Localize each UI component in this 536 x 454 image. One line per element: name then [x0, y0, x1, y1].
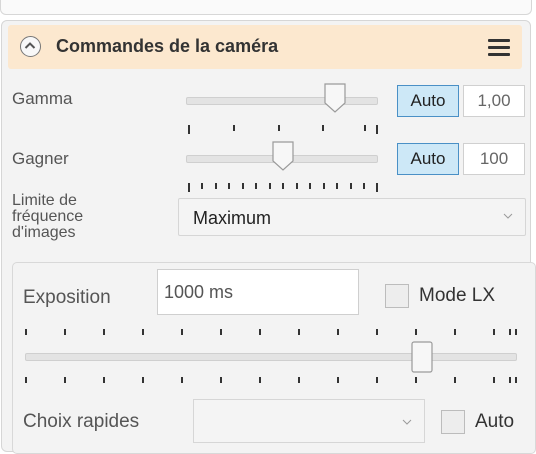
exposure-ticks-top	[25, 329, 519, 337]
exposure-slider[interactable]	[25, 353, 517, 361]
exposure-input[interactable]: 1000 ms	[157, 269, 359, 315]
quick-choices-auto-label: Auto	[475, 411, 515, 432]
exposure-ticks-bottom	[25, 377, 519, 385]
mode-lx-label: Mode LX	[419, 285, 496, 306]
frame-rate-label: Limite de fréquence d'images	[12, 193, 84, 241]
hamburger-menu-icon[interactable]	[488, 39, 510, 56]
gain-slider-thumb[interactable]	[272, 141, 294, 171]
exposure-group: Exposition 1000 ms Mode LX Choix rapides…	[12, 262, 536, 454]
collapse-button[interactable]	[20, 36, 41, 57]
gamma-slider[interactable]	[186, 97, 378, 105]
chevron-down-icon	[503, 213, 513, 219]
gamma-label: Gamma	[12, 89, 73, 108]
frame-rate-selected: Maximum	[193, 208, 272, 228]
gain-auto-button[interactable]: Auto	[397, 143, 459, 175]
chevron-up-icon	[24, 42, 36, 49]
gain-label: Gagner	[12, 149, 69, 168]
mode-lx-checkbox[interactable]	[385, 284, 409, 308]
exposure-label: Exposition	[23, 287, 111, 308]
quick-choices-auto-checkbox[interactable]	[441, 410, 465, 434]
quick-choices-label: Choix rapides	[23, 411, 140, 432]
previous-panel-edge	[0, 0, 532, 15]
gain-ticks	[188, 183, 380, 192]
gamma-slider-thumb[interactable]	[324, 83, 346, 113]
quick-choices-select[interactable]	[193, 399, 425, 443]
gain-value-field[interactable]: 100	[463, 143, 525, 175]
exposure-slider-thumb[interactable]	[411, 341, 433, 373]
panel-title: Commandes de la caméra	[56, 36, 279, 56]
chevron-down-icon	[402, 419, 412, 425]
gamma-auto-button[interactable]: Auto	[397, 85, 459, 117]
gamma-value-field[interactable]: 1,00	[463, 85, 525, 117]
frame-rate-select[interactable]: Maximum	[178, 198, 526, 236]
panel-header[interactable]: Commandes de la caméra	[8, 25, 522, 69]
gamma-ticks	[188, 125, 380, 134]
